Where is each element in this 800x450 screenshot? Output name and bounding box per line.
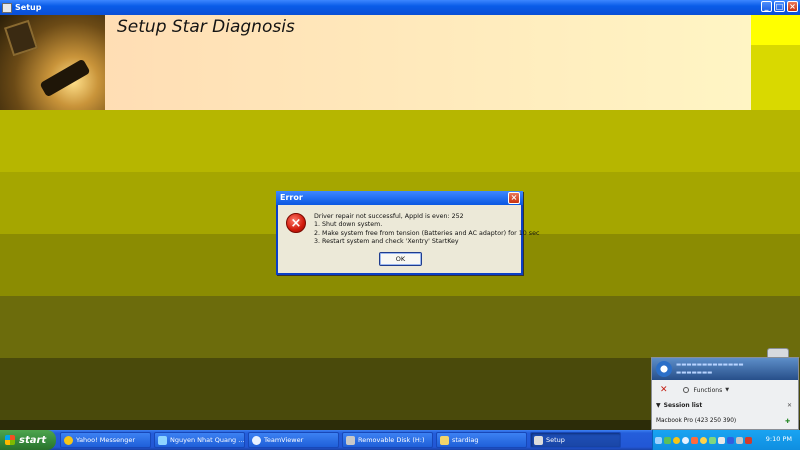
teamviewer-header-line-1: ▬▬▬▬▬▬▬▬▬▬▬▬▬: [676, 362, 744, 368]
side-block: [751, 45, 800, 110]
taskbar: start Yahoo! Messenger Nguyen Nhat Quang…: [0, 430, 800, 450]
stripe-2: [0, 110, 800, 172]
windows-logo-icon: [5, 435, 15, 445]
error-dialog: Error × × Driver repair not successful, …: [276, 191, 539, 275]
drive-icon: [346, 435, 355, 445]
tray-icon-security[interactable]: [745, 436, 752, 444]
window-titlebar[interactable]: Setup _ □ ×: [0, 0, 800, 15]
taskbar-item-setup[interactable]: Setup: [530, 432, 621, 448]
taskbar-item-label: Setup: [546, 436, 565, 444]
error-line-3: 2. Make system free from tension (Batter…: [314, 229, 540, 237]
stripe-5: [0, 296, 800, 358]
tray-icon-teamviewer[interactable]: [682, 436, 689, 444]
tray-icon-safely-remove[interactable]: [736, 436, 743, 444]
tray-icon-smiley[interactable]: [700, 436, 707, 444]
session-item[interactable]: Macbook Pro (423 250 390) ✚: [656, 418, 796, 425]
session-list-label: Session list: [663, 402, 703, 409]
start-button[interactable]: start: [0, 430, 56, 450]
header-banner: Setup Star Diagnosis: [0, 15, 751, 110]
teamviewer-header: ▬▬▬▬▬▬▬▬▬▬▬▬▬ ▬▬▬▬▬▬▬: [652, 358, 798, 380]
taskbar-item-yahoo-messenger[interactable]: Yahoo! Messenger: [60, 432, 151, 448]
teamviewer-logo-icon: [656, 361, 672, 377]
taskbar-item-label: stardiag: [452, 436, 479, 444]
taskbar-item-removable-disk[interactable]: Removable Disk (H:): [342, 432, 433, 448]
teamviewer-icon: [252, 435, 261, 445]
session-list-header[interactable]: ▼ Session list: [656, 402, 702, 409]
error-icon: ×: [286, 213, 306, 233]
taskbar-item-stardiag[interactable]: stardiag: [436, 432, 527, 448]
minimize-button[interactable]: _: [761, 1, 772, 12]
tray-icon-bluetooth[interactable]: [727, 436, 734, 444]
tray-icon-chat[interactable]: [709, 436, 716, 444]
chevron-down-icon: ▼: [725, 387, 730, 393]
folder-icon: [440, 435, 449, 445]
close-button[interactable]: ×: [787, 1, 798, 12]
error-dialog-title: Error: [280, 193, 303, 202]
session-device-name: Macbook Pro (423 250 390): [656, 418, 737, 424]
error-line-4: 3. Restart system and check 'Xentry' Sta…: [314, 237, 459, 245]
error-message: Driver repair not successful, AppId is e…: [314, 213, 539, 246]
tray-icon-messenger[interactable]: [673, 436, 680, 444]
taskbar-item-label: TeamViewer: [264, 436, 304, 444]
taskbar-item-teamviewer[interactable]: TeamViewer: [248, 432, 339, 448]
teamviewer-functions-menu[interactable]: Functions: [694, 387, 723, 394]
teamviewer-close-icon[interactable]: ✕: [660, 385, 668, 395]
taskbar-item-label: Removable Disk (H:): [358, 436, 425, 444]
start-label: start: [19, 434, 47, 446]
error-line-1: Driver repair not successful, AppId is e…: [314, 213, 464, 220]
taskbar-item-label: Yahoo! Messenger: [76, 436, 136, 444]
window-controls: _ □ ×: [761, 1, 798, 12]
dialog-close-button[interactable]: ×: [508, 192, 520, 204]
tray-clock: 9:10 PM: [765, 435, 792, 443]
messenger-smiley-icon: [64, 435, 73, 445]
tray-icon-volume[interactable]: [718, 436, 725, 444]
teamviewer-toolbar: ✕ Functions ▼: [652, 383, 798, 397]
session-status-icon: ✚: [784, 418, 790, 425]
error-line-2: 1. Shut down system.: [314, 221, 383, 229]
session-list-close-icon[interactable]: ✕: [787, 402, 792, 409]
chat-icon: [158, 435, 167, 445]
banner-side-accent: [751, 15, 800, 45]
window-title: Setup: [15, 3, 42, 12]
taskbar-item-label: Nguyen Nhat Quang ...: [170, 436, 245, 444]
maximize-button[interactable]: □: [774, 1, 785, 12]
power-icon: [682, 387, 689, 393]
error-dialog-titlebar[interactable]: Error ×: [276, 191, 523, 205]
tray-icon-alert[interactable]: [691, 436, 698, 444]
tray-icon-network[interactable]: [655, 436, 662, 444]
banner-title: Setup Star Diagnosis: [117, 17, 295, 37]
app-icon: [2, 2, 12, 13]
ok-button[interactable]: OK: [379, 252, 422, 266]
taskbar-item-chat[interactable]: Nguyen Nhat Quang ...: [154, 432, 245, 448]
chevron-down-icon: ▼: [656, 402, 661, 409]
teamviewer-panel: ▬▬▬▬▬▬▬▬▬▬▬▬▬ ▬▬▬▬▬▬▬ ✕ Functions ▼ ▼ Se…: [651, 357, 799, 430]
system-tray: 9:10 PM: [652, 430, 800, 450]
banner-device-shape: [4, 19, 38, 57]
teamviewer-header-line-2: ▬▬▬▬▬▬▬: [676, 370, 713, 376]
setup-window-icon: [534, 435, 543, 445]
banner-photo: [0, 15, 105, 110]
tray-icon-shield[interactable]: [664, 436, 671, 444]
banner-cable-shape: [39, 58, 91, 98]
